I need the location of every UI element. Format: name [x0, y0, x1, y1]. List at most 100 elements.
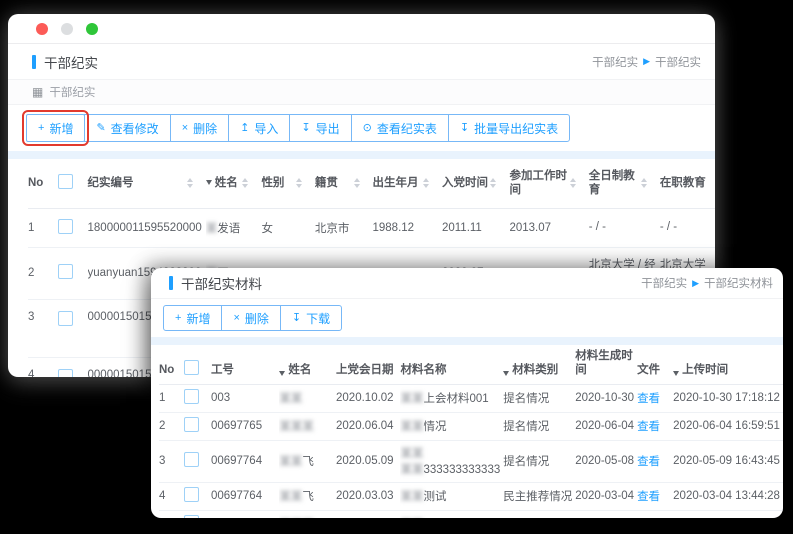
row-checkbox[interactable]: [58, 219, 73, 234]
toolbar-button-download[interactable]: ↧下载: [280, 305, 342, 331]
select-all-header: [58, 159, 88, 208]
sort-icon[interactable]: [242, 178, 248, 188]
table-cell: 2020-06-04: [575, 412, 637, 440]
column-header-label: 姓名: [215, 176, 238, 190]
row-checkbox[interactable]: [58, 264, 73, 279]
row-checkbox[interactable]: [184, 417, 199, 432]
column-header[interactable]: 姓名: [279, 345, 336, 384]
sort-icon[interactable]: [423, 178, 429, 188]
row-checkbox[interactable]: [184, 389, 199, 404]
row-checkbox[interactable]: [184, 487, 199, 502]
row-checkbox[interactable]: [58, 311, 73, 326]
table-row: 400697764某某飞2020.03.03某某测试民主推荐情况2020-03-…: [159, 482, 783, 510]
redacted-text: 某某: [400, 448, 423, 460]
column-header[interactable]: 纪实编号: [88, 159, 206, 208]
cell-text: 00697765: [211, 420, 262, 432]
cell-text: 2020.03.03: [336, 490, 394, 502]
table-cell: 某某情况: [400, 412, 503, 440]
column-header-content: 上传时间: [673, 363, 780, 377]
view-file-link[interactable]: 查看: [637, 393, 660, 405]
cell-text: 003: [211, 392, 230, 404]
toolbar-button-view-record-table[interactable]: ⊙查看纪实表: [351, 114, 449, 142]
cell-text: 2013.07: [509, 222, 551, 234]
toolbar-button-view-edit[interactable]: ✎查看修改: [84, 114, 170, 142]
table-cell: 查看: [637, 412, 673, 440]
filter-icon[interactable]: [279, 371, 285, 376]
row-checkbox[interactable]: [184, 452, 199, 467]
select-all-header: [184, 345, 211, 384]
breadcrumb-item[interactable]: 干部纪实: [641, 275, 687, 291]
column-header[interactable]: 参加工作时间: [509, 159, 588, 208]
column-header-label: 性别: [261, 176, 284, 190]
table-cell: 2020.05.09: [336, 440, 400, 482]
column-header[interactable]: 入党时间: [442, 159, 510, 208]
cell-text: 2020.05.09: [336, 455, 394, 467]
filter-icon[interactable]: [206, 180, 212, 185]
select-all-checkbox[interactable]: [184, 360, 199, 375]
sort-icon[interactable]: [187, 178, 193, 188]
toolbar-button-import[interactable]: ↥导入: [228, 114, 290, 142]
view-file-link[interactable]: 查看: [637, 456, 660, 468]
table-cell: 某发语: [206, 208, 262, 247]
column-header-content: 入党时间: [442, 176, 506, 190]
toolbar-button-label: 查看纪实表: [377, 120, 437, 137]
column-header-content: No: [28, 176, 54, 190]
column-header[interactable]: 全日制教育: [589, 159, 660, 208]
toolbar-button-add[interactable]: +新增: [26, 114, 85, 142]
column-header-content: 文件: [637, 363, 670, 377]
close-window-button[interactable]: [36, 23, 48, 35]
toolbar-button-batch-export-record-table[interactable]: ↧批量导出纪实表: [448, 114, 570, 142]
column-header: 文件: [637, 345, 673, 384]
table-cell: - / -: [660, 208, 715, 247]
toolbar-button-label: 新增: [49, 120, 73, 137]
filter-icon[interactable]: [673, 371, 679, 376]
column-header[interactable]: 姓名: [206, 159, 262, 208]
cell-text: 1988.12: [373, 222, 415, 234]
page-header: 干部纪实 干部纪实▶干部纪实: [8, 44, 715, 80]
table-cell: 查看: [637, 482, 673, 510]
column-header[interactable]: 性别: [261, 159, 314, 208]
toolbar-button-label: 批量导出纪实表: [474, 120, 558, 137]
redacted-text: 某某: [400, 491, 423, 503]
redacted-text: 某某: [400, 393, 423, 405]
cell-text: 2020-03-04: [575, 490, 634, 502]
sort-icon[interactable]: [641, 178, 647, 188]
column-header-label: 文件: [637, 363, 660, 377]
toolbar-button-delete[interactable]: ×删除: [170, 114, 229, 142]
sort-icon[interactable]: [296, 178, 302, 188]
column-header[interactable]: 上传时间: [673, 345, 783, 384]
cell-text: 2020.06.04: [336, 420, 394, 432]
toolbar-button-delete[interactable]: ×删除: [221, 305, 280, 331]
column-header[interactable]: 籍贯: [315, 159, 373, 208]
view-file-link[interactable]: 查看: [637, 491, 660, 503]
toolbar-button-export[interactable]: ↧导出: [289, 114, 351, 142]
row-checkbox[interactable]: [58, 369, 73, 377]
column-header[interactable]: 出生年月: [373, 159, 442, 208]
select-all-checkbox[interactable]: [58, 174, 73, 189]
redacted-text: 某某: [279, 491, 302, 503]
cell-text: 提名情况: [503, 456, 549, 468]
redacted-text: 某某: [279, 456, 302, 468]
filter-icon[interactable]: [503, 371, 509, 376]
panel-title: 干部纪实: [49, 84, 95, 100]
sort-icon[interactable]: [354, 178, 360, 188]
sort-icon[interactable]: [490, 178, 496, 188]
cell-text: 333333333333: [423, 464, 500, 476]
row-number-cell: 1: [159, 384, 184, 412]
toolbar-button-add[interactable]: +新增: [163, 305, 222, 331]
toolbar-button-label: 新增: [186, 310, 210, 327]
maximize-window-button[interactable]: [86, 23, 98, 35]
cell-text: 飞: [302, 491, 314, 503]
view-file-link[interactable]: 查看: [637, 421, 660, 433]
column-header-content: 出生年月: [373, 176, 438, 190]
column-header-content: 材料生成时间: [575, 349, 634, 378]
breadcrumb-item[interactable]: 干部纪实: [592, 54, 638, 70]
column-header-label: 全日制教育: [589, 169, 641, 198]
table-cell: 2011.11: [442, 208, 510, 247]
row-checkbox[interactable]: [184, 515, 199, 518]
row-checkbox-cell: [58, 357, 88, 377]
table-cell: 某某测试: [400, 482, 503, 510]
sort-icon[interactable]: [570, 178, 576, 188]
column-header[interactable]: 材料类别: [503, 345, 575, 384]
minimize-window-button[interactable]: [61, 23, 73, 35]
